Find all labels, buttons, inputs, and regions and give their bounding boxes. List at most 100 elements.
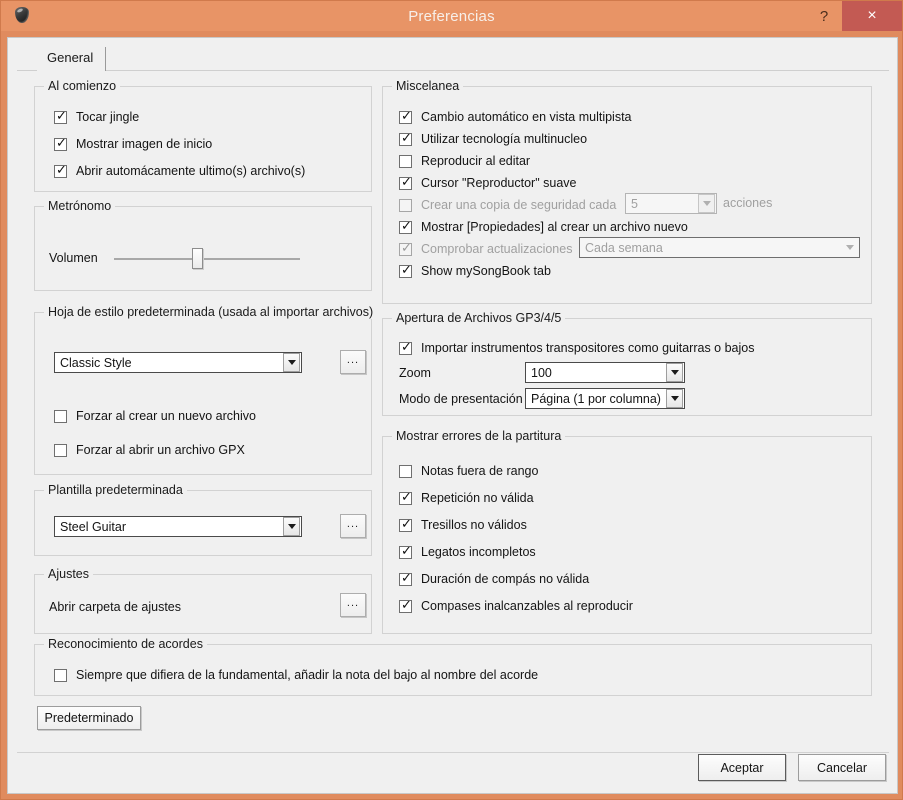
template-browse-button[interactable]: ... <box>340 514 366 538</box>
group-legend: Metrónomo <box>44 199 116 213</box>
tab-general[interactable]: General <box>37 47 107 71</box>
volume-label: Volumen <box>49 251 98 265</box>
checkbox-label: Reproducir al editar <box>421 154 531 168</box>
checkbox-label: Tocar jingle <box>76 110 140 124</box>
chevron-down-icon[interactable] <box>698 194 715 213</box>
chevron-down-icon[interactable] <box>841 238 858 257</box>
update-frequency-combo[interactable]: Cada semana <box>579 237 860 258</box>
checkbox-mostrar-propiedades[interactable]: ✓ Mostrar [Propiedades] al crear un arch… <box>399 219 688 235</box>
group-al-comienzo: Al comienzo ✓ Tocar jingle ✓ Mostrar ima… <box>34 79 372 192</box>
checkbox-comprobar-actualizaciones[interactable]: ✓ Comprobar actualizaciones <box>399 241 572 257</box>
checkbox-box[interactable]: ✓ <box>399 263 412 278</box>
checkbox-importar-transpositores[interactable]: ✓ Importar instrumentos transpositores c… <box>399 340 754 356</box>
checkbox-forzar-nuevo-archivo[interactable]: Forzar al crear un nuevo archivo <box>54 408 256 424</box>
checkbox-box[interactable]: ✓ <box>399 571 412 586</box>
checkbox-label: Tresillos no válidos <box>421 518 527 532</box>
checkbox-box[interactable]: ✓ <box>399 598 412 613</box>
presentation-mode-label: Modo de presentación <box>399 392 523 406</box>
checkbox-box[interactable] <box>399 198 412 212</box>
zoom-label: Zoom <box>399 366 431 380</box>
checkbox-tocar-jingle[interactable]: ✓ Tocar jingle <box>54 109 139 125</box>
checkbox-box[interactable]: ✓ <box>54 136 67 151</box>
checkbox-box[interactable]: ✓ <box>54 109 67 124</box>
checkbox-box[interactable]: ✓ <box>399 544 412 559</box>
checkbox-box[interactable]: ✓ <box>54 163 67 178</box>
guitar-pick-icon <box>9 3 35 29</box>
checkbox-box[interactable] <box>399 464 412 478</box>
checkbox-notas-fuera-de-rango[interactable]: Notas fuera de rango <box>399 463 538 479</box>
ellipsis-icon: ... <box>346 517 360 530</box>
group-legend: Ajustes <box>44 567 93 581</box>
template-combo[interactable]: Steel Guitar <box>54 516 302 537</box>
checkbox-label: Siempre que difiera de la fundamental, a… <box>76 668 539 682</box>
backup-count-value: 5 <box>631 196 638 211</box>
checkbox-repeticion-no-valida[interactable]: ✓ Repetición no válida <box>399 490 534 506</box>
checkbox-tresillos-no-validos[interactable]: ✓ Tresillos no válidos <box>399 517 527 533</box>
zoom-combo[interactable]: 100 <box>525 362 685 383</box>
checkbox-multinucleo[interactable]: ✓ Utilizar tecnología multinucleo <box>399 131 587 147</box>
checkbox-box[interactable]: ✓ <box>399 241 412 256</box>
stylesheet-combo[interactable]: Classic Style <box>54 352 302 373</box>
checkbox-duracion-compas-no-valida[interactable]: ✓ Duración de compás no válida <box>399 571 589 587</box>
presentation-mode-value: Página (1 por columna) <box>531 391 661 406</box>
window-buttons: ? × <box>806 1 902 31</box>
open-settings-folder-label: Abrir carpeta de ajustes <box>49 600 182 614</box>
stylesheet-browse-button[interactable]: ... <box>340 350 366 374</box>
checkbox-box[interactable]: ✓ <box>399 219 412 234</box>
checkbox-label: Crear una copia de seguridad cada <box>421 198 617 212</box>
tab-strip: General <box>17 47 889 71</box>
title-bar: Preferencias ? × <box>1 1 902 31</box>
checkbox-copia-de-seguridad[interactable]: Crear una copia de seguridad cada <box>399 197 616 213</box>
checkbox-box[interactable]: ✓ <box>399 340 412 355</box>
checkbox-cursor-reproductor-suave[interactable]: ✓ Cursor "Reproductor" suave <box>399 175 576 191</box>
ellipsis-icon: ... <box>346 596 360 609</box>
checkbox-reproducir-al-editar[interactable]: Reproducir al editar <box>399 153 530 169</box>
backup-count-combo[interactable]: 5 <box>625 193 717 214</box>
update-frequency-value: Cada semana <box>585 240 663 255</box>
chevron-down-icon[interactable] <box>666 363 683 382</box>
checkbox-box[interactable]: ✓ <box>399 131 412 146</box>
checkbox-abrir-ultimos-archivos[interactable]: ✓ Abrir automácamente ultimo(s) archivo(… <box>54 163 305 179</box>
checkbox-mostrar-imagen-inicio[interactable]: ✓ Mostrar imagen de inicio <box>54 136 212 152</box>
presentation-mode-combo[interactable]: Página (1 por columna) <box>525 388 685 409</box>
checkbox-label: Mostrar imagen de inicio <box>76 137 213 151</box>
checkbox-forzar-abrir-gpx[interactable]: Forzar al abrir un archivo GPX <box>54 442 245 458</box>
checkbox-box[interactable]: ✓ <box>399 490 412 505</box>
volume-slider-track[interactable] <box>114 258 300 260</box>
checkbox-box[interactable]: ✓ <box>399 109 412 124</box>
checkbox-cambio-automatico-multipista[interactable]: ✓ Cambio automático en vista multipista <box>399 109 632 125</box>
checkbox-label: Notas fuera de rango <box>421 464 539 478</box>
checkbox-show-mysongbook-tab[interactable]: ✓ Show mySongBook tab <box>399 263 551 279</box>
ok-button[interactable]: Aceptar <box>698 754 786 781</box>
checkbox-label: Cambio automático en vista multipista <box>421 110 632 124</box>
cancel-button[interactable]: Cancelar <box>798 754 886 781</box>
dialog-client-area: General Al comienzo ✓ Tocar jingle ✓ Mos… <box>7 37 898 794</box>
open-settings-folder-button[interactable]: ... <box>340 593 366 617</box>
close-button[interactable]: × <box>842 1 902 31</box>
checkbox-box[interactable] <box>54 443 67 457</box>
checkbox-nota-bajo-en-acorde[interactable]: Siempre que difiera de la fundamental, a… <box>54 667 538 683</box>
checkbox-box[interactable]: ✓ <box>399 517 412 532</box>
group-legend: Hoja de estilo predeterminada (usada al … <box>44 305 378 319</box>
checkbox-label: Forzar al abrir un archivo GPX <box>76 443 245 457</box>
checkbox-legatos-incompletos[interactable]: ✓ Legatos incompletos <box>399 544 536 560</box>
default-button[interactable]: Predeterminado <box>37 706 141 730</box>
checkbox-box[interactable] <box>54 668 67 682</box>
checkbox-compases-inalcanzables[interactable]: ✓ Compases inalcanzables al reproducir <box>399 598 633 614</box>
ellipsis-icon: ... <box>346 353 360 366</box>
zoom-value: 100 <box>531 365 552 380</box>
group-hoja-de-estilo: Hoja de estilo predeterminada (usada al … <box>34 305 378 475</box>
chevron-down-icon[interactable] <box>666 389 683 408</box>
chevron-down-icon[interactable] <box>283 517 300 536</box>
checkbox-box[interactable]: ✓ <box>399 175 412 190</box>
checkbox-label: Importar instrumentos transpositores com… <box>421 341 755 355</box>
group-legend: Al comienzo <box>44 79 121 93</box>
checkbox-label: Legatos incompletos <box>421 545 536 559</box>
checkbox-box[interactable] <box>54 409 67 423</box>
chevron-down-icon[interactable] <box>283 353 300 372</box>
volume-slider-thumb[interactable] <box>192 248 203 269</box>
checkbox-box[interactable] <box>399 154 412 168</box>
window-title: Preferencias <box>408 7 495 25</box>
help-button[interactable]: ? <box>806 1 842 31</box>
footer-divider <box>17 752 889 753</box>
